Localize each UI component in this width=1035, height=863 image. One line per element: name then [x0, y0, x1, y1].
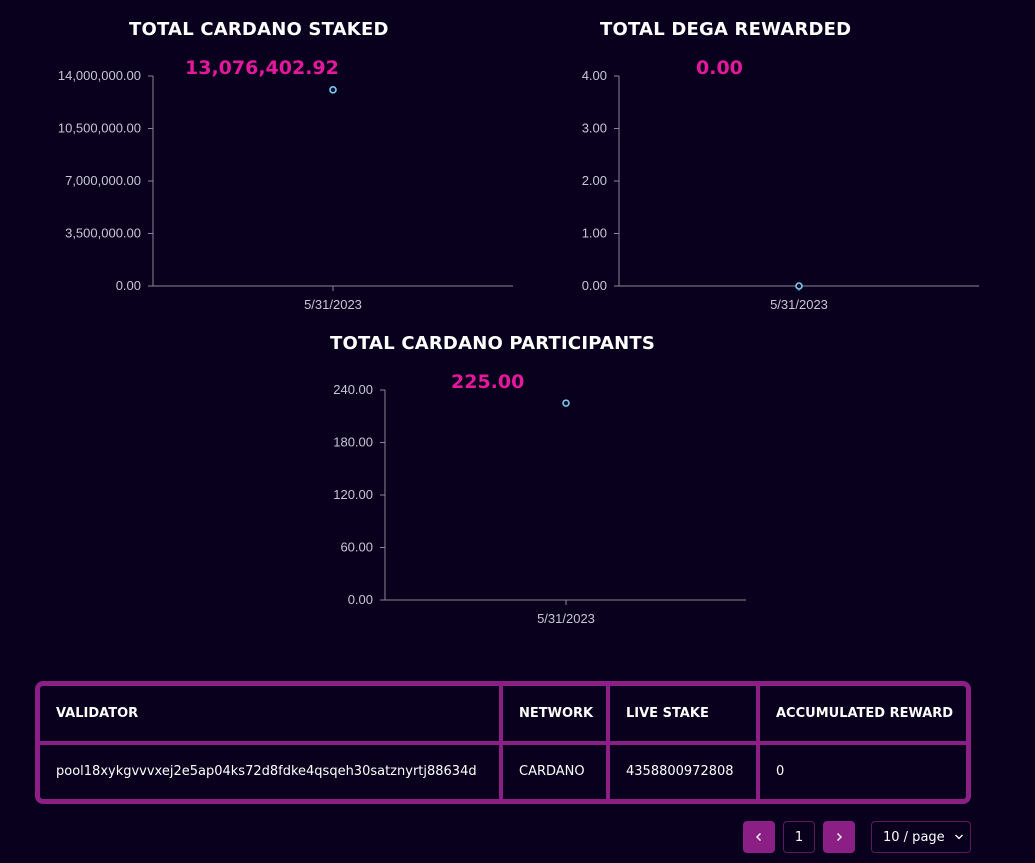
- table-header-row: VALIDATOR NETWORK LIVE STAKE ACCUMULATED…: [40, 686, 966, 745]
- cell-network: CARDANO: [499, 740, 610, 799]
- column-header-validator: VALIDATOR: [40, 686, 503, 745]
- cell-live-stake: 4358800972808: [606, 740, 760, 799]
- validators-table: VALIDATOR NETWORK LIVE STAKE ACCUMULATED…: [40, 686, 966, 799]
- chevron-down-icon: [954, 834, 963, 840]
- y-tick-label: 180.00: [333, 435, 373, 450]
- table-row: pool18xykgvvvxej2e5ap04ks72d8fdke4qsqeh3…: [40, 740, 966, 799]
- column-header-live-stake: LIVE STAKE: [606, 686, 760, 745]
- validators-table-container: VALIDATOR NETWORK LIVE STAKE ACCUMULATED…: [35, 681, 971, 804]
- cell-validator: pool18xykgvvvxej2e5ap04ks72d8fdke4qsqeh3…: [40, 740, 503, 799]
- x-tick-label: 5/31/2023: [537, 611, 595, 626]
- data-point: [562, 399, 570, 407]
- column-header-network: NETWORK: [499, 686, 610, 745]
- page-number: 1: [794, 829, 804, 845]
- previous-page-button[interactable]: [743, 821, 775, 853]
- page-1-button[interactable]: 1: [783, 821, 815, 853]
- cell-accumulated-reward: 0: [756, 740, 966, 799]
- y-tick-label: 240.00: [333, 382, 373, 397]
- y-tick-label: 120.00: [333, 487, 373, 502]
- page-size-select[interactable]: 10 / page: [871, 821, 971, 853]
- chevron-left-icon: [756, 833, 761, 841]
- page-size-label: 10 / page: [883, 829, 945, 845]
- chevron-right-icon: [837, 833, 842, 841]
- next-page-button[interactable]: [823, 821, 855, 853]
- y-tick-label: 0.00: [348, 592, 373, 607]
- column-header-accumulated-reward: ACCUMULATED REWARD: [756, 686, 966, 745]
- y-tick-label: 60.00: [340, 540, 373, 555]
